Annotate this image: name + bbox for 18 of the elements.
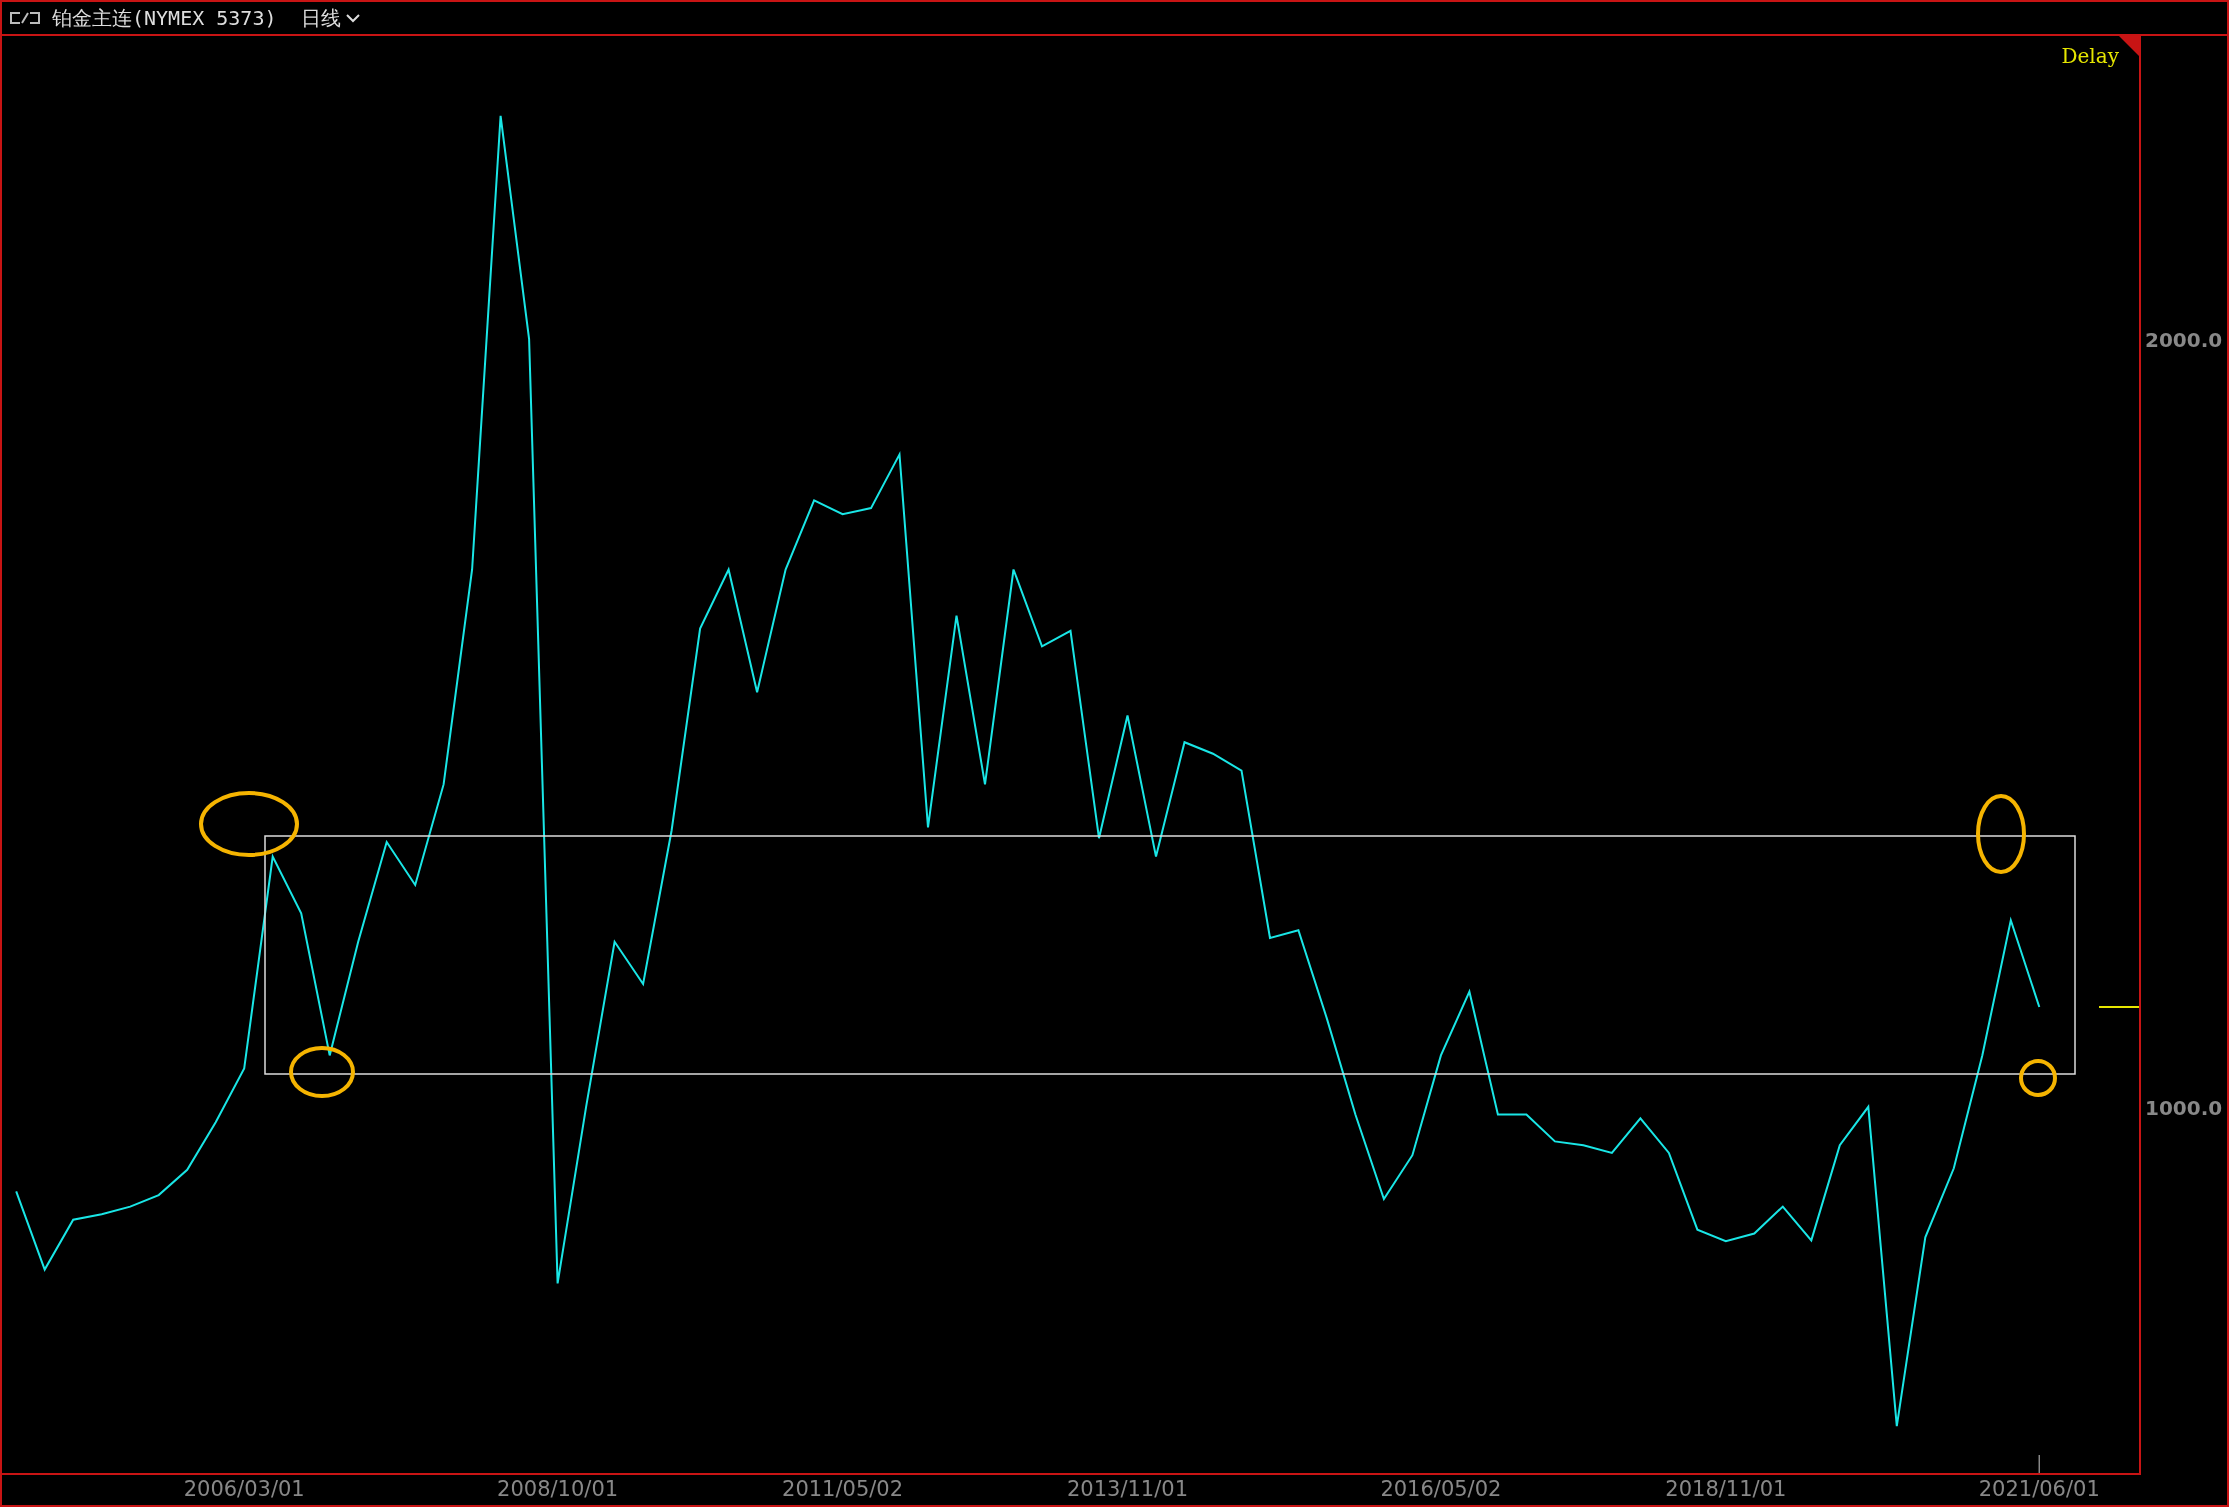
link-icon[interactable] — [8, 11, 42, 25]
y-axis-label: 1000.0 — [2145, 1095, 2223, 1120]
chart-title: 铂金主连(NYMEX 5373) — [52, 4, 277, 32]
period-dropdown[interactable]: 日线 — [300, 4, 361, 32]
y-axis-label: 2000.0 — [2145, 328, 2223, 353]
x-axis-label: 2008/10/01 — [497, 1477, 619, 1501]
last-price-line — [2098, 1006, 2139, 1009]
chevron-down-icon — [344, 13, 361, 23]
highlight-ellipse — [289, 1046, 355, 1098]
x-axis-label: 2013/11/01 — [1066, 1477, 1188, 1501]
x-axis-label: 2006/03/01 — [183, 1477, 305, 1501]
tick-mark — [2038, 1454, 2040, 1473]
x-axis-label: 2018/11/01 — [1665, 1477, 1787, 1501]
delay-status: Delay — [2061, 44, 2119, 68]
x-axis-label: 2016/05/02 — [1380, 1477, 1502, 1501]
x-axis-label: 2011/05/02 — [782, 1477, 904, 1501]
x-axis-label: 2021/06/01 — [1978, 1477, 2100, 1501]
highlight-ellipse — [2019, 1059, 2057, 1097]
